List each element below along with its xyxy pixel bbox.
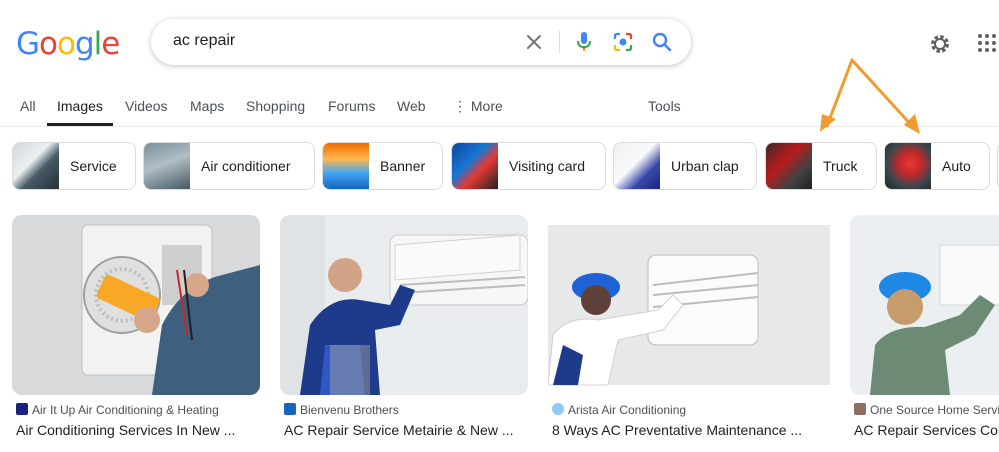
search-icon[interactable] — [651, 31, 673, 53]
google-logo[interactable]: Google — [16, 26, 120, 62]
chip-label: Service — [70, 158, 117, 174]
apps-icon[interactable] — [977, 33, 997, 53]
search-box[interactable]: ac repair — [151, 19, 691, 65]
result-title[interactable]: AC Repair Service Metairie & New ... — [284, 422, 514, 438]
result-title[interactable]: 8 Ways AC Preventative Maintenance ... — [552, 422, 802, 438]
chip-label: Truck — [823, 158, 858, 174]
chip-air-conditioner[interactable]: Air conditioner — [143, 142, 315, 190]
result-image[interactable] — [548, 215, 830, 395]
tab-shopping[interactable]: Shopping — [246, 98, 305, 114]
chip-thumbnail — [13, 143, 59, 189]
tab-more[interactable]: ⋮ More — [453, 98, 503, 115]
chip-urban-clap[interactable]: Urban clap — [613, 142, 757, 190]
result-source-text: Bienvenu Brothers — [300, 403, 399, 417]
tab-forums[interactable]: Forums — [328, 98, 375, 114]
result-title[interactable]: Air Conditioning Services In New ... — [16, 422, 235, 438]
chip-thumbnail — [885, 143, 931, 189]
site-favicon — [552, 403, 564, 415]
chip-visiting-card[interactable]: Visiting card — [451, 142, 606, 190]
result-title[interactable]: AC Repair Services Col — [854, 422, 999, 438]
tab-all[interactable]: All — [20, 98, 36, 114]
site-favicon — [16, 403, 28, 415]
tab-maps[interactable]: Maps — [190, 98, 224, 114]
tab-videos[interactable]: Videos — [125, 98, 168, 114]
tab-tools[interactable]: Tools — [648, 98, 681, 114]
gear-icon[interactable] — [929, 33, 951, 55]
chip-auto[interactable]: Auto — [884, 142, 990, 190]
chip-banner[interactable]: Banner — [322, 142, 443, 190]
site-favicon — [284, 403, 296, 415]
lens-icon[interactable] — [612, 31, 634, 53]
chip-label: Auto — [942, 158, 971, 174]
result-source-text: One Source Home Servi — [870, 403, 999, 417]
result-source-text: Arista Air Conditioning — [568, 403, 687, 417]
chip-thumbnail — [144, 143, 190, 189]
result-source: Air It Up Air Conditioning & Heating — [16, 403, 219, 417]
chip-thumbnail — [614, 143, 660, 189]
chip-thumbnail — [766, 143, 812, 189]
refinement-chips: Service Air conditioner Banner Visiting … — [0, 142, 999, 192]
clear-icon[interactable] — [524, 32, 544, 52]
result-image[interactable] — [12, 215, 260, 395]
result-source-text: Air It Up Air Conditioning & Heating — [32, 403, 219, 417]
chip-truck[interactable]: Truck — [765, 142, 877, 190]
result-source: Bienvenu Brothers — [284, 403, 399, 417]
chip-label: Banner — [380, 158, 426, 174]
tab-web[interactable]: Web — [397, 98, 426, 114]
result-image[interactable] — [850, 215, 999, 395]
site-favicon — [854, 403, 866, 415]
tabs-divider — [0, 126, 999, 127]
result-source: One Source Home Servi — [854, 403, 999, 417]
chip-label: Urban clap — [671, 158, 739, 174]
search-tabs: All Images Videos Maps Shopping Forums W… — [0, 92, 999, 126]
mic-icon[interactable] — [574, 31, 594, 53]
chip-thumbnail — [452, 143, 498, 189]
tab-images[interactable]: Images — [57, 98, 103, 114]
chip-label: Air conditioner — [201, 158, 291, 174]
result-image[interactable] — [280, 215, 528, 395]
search-input[interactable]: ac repair — [173, 32, 235, 50]
result-source: Arista Air Conditioning — [552, 403, 686, 417]
chip-service[interactable]: Service — [12, 142, 136, 190]
search-divider — [559, 31, 560, 53]
chip-thumbnail — [323, 143, 369, 189]
chip-label: Visiting card — [509, 158, 586, 174]
